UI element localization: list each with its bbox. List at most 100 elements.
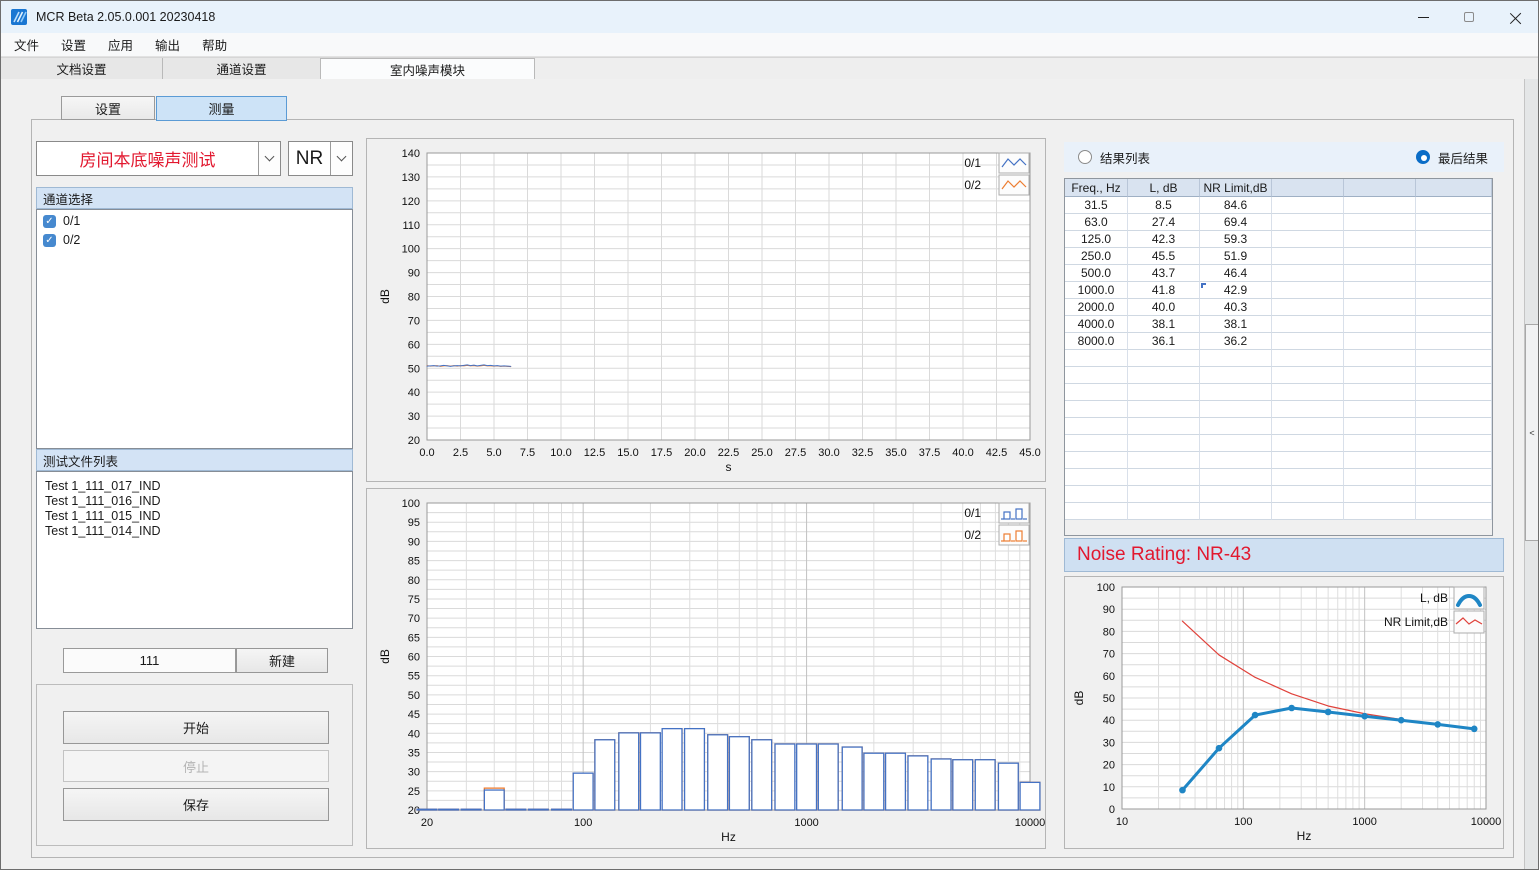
table-cell[interactable] [1065, 401, 1128, 418]
table-cell[interactable] [1272, 503, 1344, 520]
save-button[interactable]: 保存 [63, 788, 329, 821]
table-cell[interactable]: 69.4 [1200, 214, 1272, 231]
menu-item-2[interactable]: 应用 [97, 35, 144, 54]
last-result-radio[interactable] [1416, 150, 1430, 164]
table-cell[interactable] [1344, 231, 1416, 248]
table-cell[interactable]: 27.4 [1128, 214, 1200, 231]
table-cell[interactable] [1272, 367, 1344, 384]
main-tab-0[interactable]: 文档设置 [1, 58, 163, 80]
table-cell[interactable] [1065, 384, 1128, 401]
table-cell[interactable] [1416, 197, 1492, 214]
channel-row-0[interactable]: ✓0/1 [37, 213, 352, 229]
table-cell[interactable] [1344, 401, 1416, 418]
stop-button[interactable]: 停止 [63, 750, 329, 782]
file-list-item[interactable]: Test 1_111_017_IND [37, 479, 352, 494]
table-cell[interactable]: 8.5 [1128, 197, 1200, 214]
channel-row-1[interactable]: ✓0/2 [37, 232, 352, 248]
table-cell[interactable] [1416, 282, 1492, 299]
table-cell[interactable] [1128, 384, 1200, 401]
table-cell[interactable] [1416, 435, 1492, 452]
table-cell[interactable] [1416, 503, 1492, 520]
table-cell[interactable] [1344, 316, 1416, 333]
table-cell[interactable] [1272, 401, 1344, 418]
table-cell[interactable] [1344, 469, 1416, 486]
rating-select[interactable]: NR [288, 141, 353, 176]
close-button[interactable] [1492, 1, 1538, 33]
test-type-dropdown-button[interactable] [258, 142, 280, 175]
main-tab-2[interactable]: 室内噪声模块 [321, 58, 535, 80]
table-cell[interactable] [1344, 435, 1416, 452]
table-cell[interactable] [1200, 418, 1272, 435]
table-cell[interactable]: 31.5 [1065, 197, 1128, 214]
table-cell[interactable] [1128, 350, 1200, 367]
table-cell[interactable] [1272, 418, 1344, 435]
table-cell[interactable] [1344, 265, 1416, 282]
result-list-radio[interactable] [1078, 150, 1092, 164]
channel-checkbox[interactable]: ✓ [43, 215, 56, 228]
menu-item-3[interactable]: 输出 [144, 35, 191, 54]
table-cell[interactable] [1200, 435, 1272, 452]
table-cell[interactable] [1272, 316, 1344, 333]
menu-item-1[interactable]: 设置 [50, 35, 97, 54]
table-cell[interactable] [1344, 214, 1416, 231]
table-cell[interactable] [1344, 503, 1416, 520]
table-cell[interactable] [1272, 384, 1344, 401]
table-cell[interactable] [1272, 197, 1344, 214]
table-cell[interactable] [1128, 367, 1200, 384]
table-cell[interactable]: 38.1 [1200, 316, 1272, 333]
menu-item-0[interactable]: 文件 [3, 35, 50, 54]
table-cell[interactable] [1200, 384, 1272, 401]
table-cell[interactable]: 84.6 [1200, 197, 1272, 214]
table-cell[interactable] [1416, 469, 1492, 486]
table-cell[interactable] [1065, 503, 1128, 520]
test-type-select[interactable]: 房间本底噪声测试 [36, 141, 281, 176]
table-cell[interactable] [1272, 265, 1344, 282]
table-cell[interactable] [1344, 282, 1416, 299]
table-cell[interactable] [1200, 452, 1272, 469]
table-cell[interactable] [1272, 435, 1344, 452]
table-cell[interactable] [1344, 197, 1416, 214]
table-cell[interactable] [1344, 367, 1416, 384]
table-cell[interactable] [1272, 231, 1344, 248]
table-cell[interactable] [1272, 333, 1344, 350]
tab-settings[interactable]: 设置 [61, 96, 155, 120]
table-cell[interactable] [1416, 299, 1492, 316]
table-cell[interactable]: 8000.0 [1065, 333, 1128, 350]
maximize-button[interactable] [1446, 1, 1492, 33]
table-cell[interactable]: 42.9 [1200, 282, 1272, 299]
main-tab-1[interactable]: 通道设置 [163, 58, 321, 80]
table-cell[interactable] [1416, 418, 1492, 435]
table-cell[interactable] [1272, 248, 1344, 265]
table-cell[interactable] [1128, 503, 1200, 520]
table-cell[interactable] [1344, 384, 1416, 401]
table-cell[interactable] [1200, 469, 1272, 486]
table-cell[interactable] [1128, 401, 1200, 418]
table-cell[interactable]: 250.0 [1065, 248, 1128, 265]
table-cell[interactable]: 2000.0 [1065, 299, 1128, 316]
table-cell[interactable] [1128, 486, 1200, 503]
table-cell[interactable] [1200, 367, 1272, 384]
table-cell[interactable] [1344, 350, 1416, 367]
table-cell[interactable]: 40.3 [1200, 299, 1272, 316]
table-cell[interactable] [1065, 452, 1128, 469]
table-cell[interactable]: 46.4 [1200, 265, 1272, 282]
table-cell[interactable] [1272, 469, 1344, 486]
table-cell[interactable] [1416, 401, 1492, 418]
table-cell[interactable] [1416, 333, 1492, 350]
table-cell[interactable] [1272, 282, 1344, 299]
table-cell[interactable] [1344, 452, 1416, 469]
result-list-option[interactable]: 结果列表 [1078, 148, 1150, 167]
table-cell[interactable]: 59.3 [1200, 231, 1272, 248]
table-cell[interactable] [1416, 367, 1492, 384]
table-cell[interactable] [1344, 486, 1416, 503]
table-cell[interactable]: 38.1 [1128, 316, 1200, 333]
table-cell[interactable]: 45.5 [1128, 248, 1200, 265]
table-cell[interactable] [1128, 469, 1200, 486]
table-cell[interactable]: 63.0 [1065, 214, 1128, 231]
table-cell[interactable] [1416, 316, 1492, 333]
table-cell[interactable] [1065, 435, 1128, 452]
table-cell[interactable] [1128, 452, 1200, 469]
table-cell[interactable] [1344, 248, 1416, 265]
table-cell[interactable] [1416, 265, 1492, 282]
table-cell[interactable]: 1000.0 [1065, 282, 1128, 299]
